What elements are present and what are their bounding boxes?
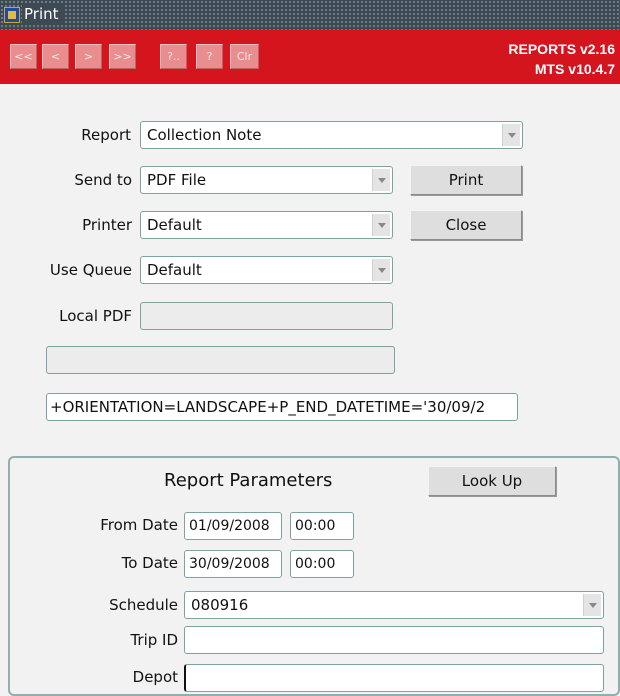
clear-button[interactable]: Clr xyxy=(230,44,259,69)
from-date-field[interactable]: 01/09/2008 xyxy=(184,512,282,540)
previous-record-button[interactable]: < xyxy=(42,44,69,69)
blank-field[interactable] xyxy=(46,346,395,374)
from-date-label: From Date xyxy=(100,516,178,534)
chevron-down-icon[interactable] xyxy=(372,169,390,191)
toolbar: << < > >> ?.. ? Clr REPORTS v2.16 MTS v1… xyxy=(0,30,620,84)
chevron-down-icon[interactable] xyxy=(372,214,390,236)
trip-id-field[interactable] xyxy=(184,626,604,654)
clear-icon: Clr xyxy=(236,50,253,63)
list-values-button[interactable]: ?.. xyxy=(160,44,187,69)
from-time-field[interactable]: 00:00 xyxy=(290,512,354,540)
version-mts: MTS v10.4.7 xyxy=(534,61,615,77)
parameter-string-field[interactable]: +ORIENTATION=LANDSCAPE+P_END_DATETIME='3… xyxy=(46,393,518,421)
local-pdf-field[interactable] xyxy=(140,302,393,330)
last-record-icon: >> xyxy=(113,50,132,63)
chevron-down-icon[interactable] xyxy=(372,259,390,281)
depot-field[interactable] xyxy=(184,664,604,692)
first-record-icon: << xyxy=(14,50,33,63)
to-time-field[interactable]: 00:00 xyxy=(290,550,354,578)
next-record-icon: > xyxy=(83,50,94,63)
send-to-label: Send to xyxy=(74,171,132,189)
chevron-down-icon[interactable] xyxy=(502,124,520,146)
send-to-select[interactable]: PDF File xyxy=(140,166,393,194)
app-icon xyxy=(4,7,20,23)
local-pdf-label: Local PDF xyxy=(59,307,132,325)
trip-id-label: Trip ID xyxy=(130,631,178,649)
to-date-field[interactable]: 30/09/2008 xyxy=(184,550,282,578)
printer-select[interactable]: Default xyxy=(140,211,393,239)
send-to-value: PDF File xyxy=(147,171,207,189)
list-values-icon: ?.. xyxy=(167,50,180,63)
last-record-button[interactable]: >> xyxy=(109,44,136,69)
close-button[interactable]: Close xyxy=(410,210,522,240)
window-title: Print xyxy=(22,5,65,23)
title-bar: Print xyxy=(0,0,620,30)
previous-record-icon: < xyxy=(50,50,61,63)
first-record-button[interactable]: << xyxy=(10,44,37,69)
schedule-select[interactable]: 080916 xyxy=(184,591,604,619)
printer-label: Printer xyxy=(82,216,132,234)
version-reports: REPORTS v2.16 xyxy=(508,41,615,57)
panel-title: Report Parameters xyxy=(164,470,333,491)
report-parameters-panel: Report Parameters Look Up From Date 01/0… xyxy=(8,456,620,696)
chevron-down-icon[interactable] xyxy=(583,594,601,616)
to-date-label: To Date xyxy=(121,554,178,572)
print-button[interactable]: Print xyxy=(410,165,522,195)
printer-value: Default xyxy=(147,216,202,234)
report-value: Collection Note xyxy=(147,126,262,144)
report-label: Report xyxy=(81,126,131,144)
schedule-value: 080916 xyxy=(191,596,249,614)
help-icon: ? xyxy=(206,50,213,63)
next-record-button[interactable]: > xyxy=(75,44,102,69)
depot-label: Depot xyxy=(132,668,178,686)
use-queue-value: Default xyxy=(147,261,202,279)
report-select[interactable]: Collection Note xyxy=(140,121,523,149)
help-button[interactable]: ? xyxy=(196,44,223,69)
look-up-button[interactable]: Look Up xyxy=(428,466,556,496)
use-queue-select[interactable]: Default xyxy=(140,256,393,284)
schedule-label: Schedule xyxy=(109,596,178,614)
use-queue-label: Use Queue xyxy=(49,261,132,279)
